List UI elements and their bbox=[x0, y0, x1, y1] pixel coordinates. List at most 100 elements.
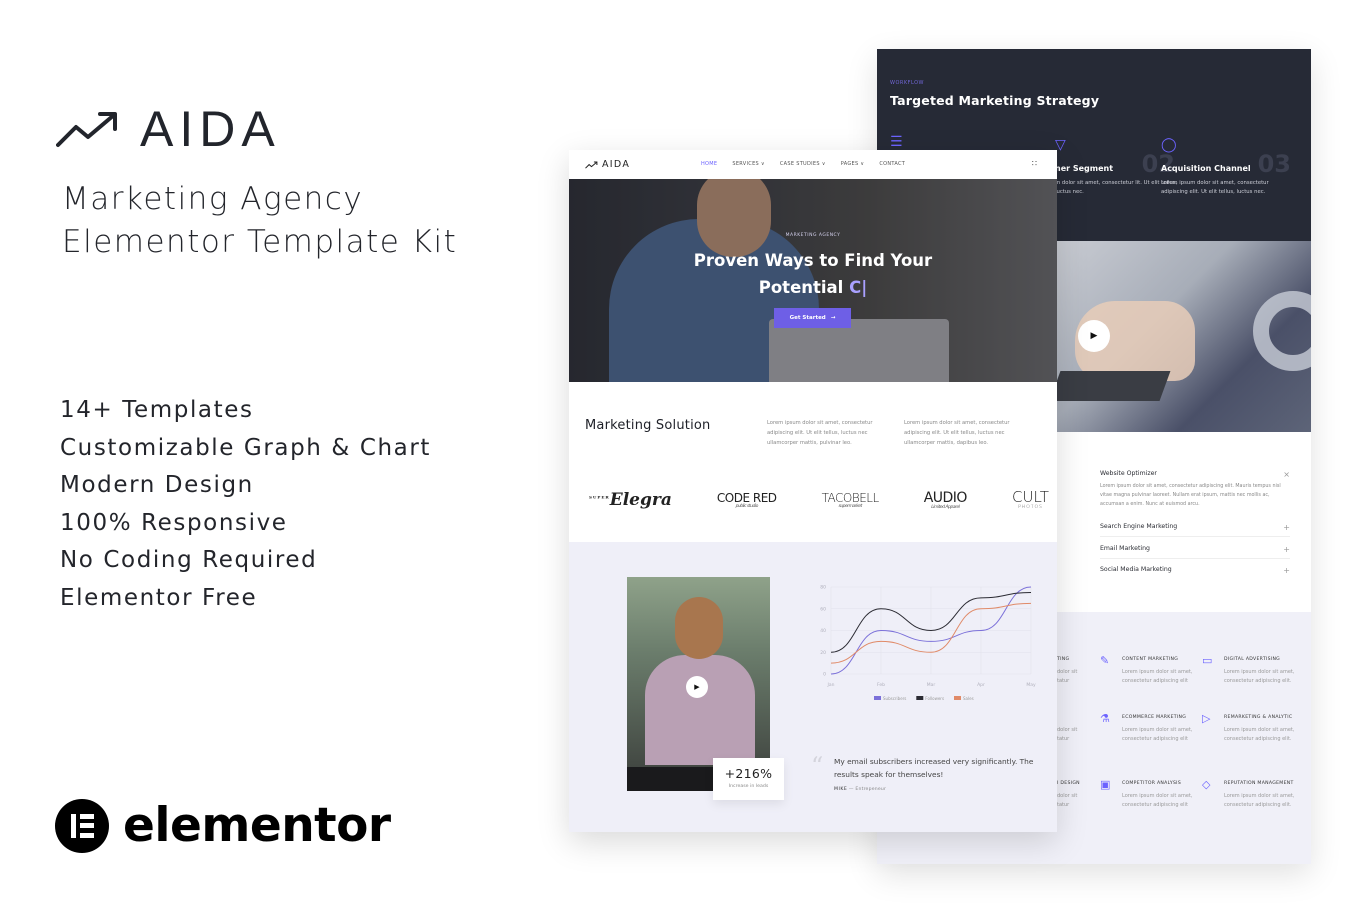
accordion-item-open[interactable]: Website Optimizer × bbox=[1100, 470, 1290, 479]
typed-text: C| bbox=[849, 278, 868, 297]
arrow-right-icon: → bbox=[830, 315, 836, 321]
close-icon[interactable]: × bbox=[1283, 470, 1290, 479]
service-text: dolor sit tatur bbox=[1057, 669, 1078, 684]
service-item: ▷ REMARKETING & ANALYTIC Lorem ipsum dol… bbox=[1202, 712, 1304, 743]
legend-swatch bbox=[916, 696, 924, 700]
trend-arrow-icon bbox=[56, 112, 117, 147]
client-logo: CULT PHOTOS bbox=[1012, 488, 1049, 510]
service-text: Lorem ipsum dolor sit amet, consectetur … bbox=[1224, 793, 1295, 808]
nav-contact[interactable]: CONTACT bbox=[879, 161, 905, 167]
laptop-video-thumbnail[interactable]: ▶ bbox=[1055, 241, 1311, 432]
x-tick-label: Apr bbox=[977, 682, 985, 688]
site-logo[interactable]: AIDA bbox=[585, 159, 630, 170]
client-logo: SUPERElegra bbox=[589, 489, 672, 510]
author-role: Entrepeneur bbox=[855, 787, 887, 792]
step-text: Lorem ipsum dolor sit amet, consectetur … bbox=[1161, 180, 1269, 195]
logo-text: AIDA bbox=[602, 159, 631, 170]
x-tick-label: Jan bbox=[827, 682, 835, 688]
accordion-title: Email Marketing bbox=[1100, 545, 1150, 552]
x-tick-label: May bbox=[1026, 682, 1036, 688]
feature-item: 100% Responsive bbox=[60, 509, 288, 536]
feature-item: Customizable Graph & Chart bbox=[60, 434, 432, 461]
accordion-item[interactable]: Social Media Marketing + bbox=[1100, 566, 1290, 575]
service-name: REMARKETING & ANALYTIC bbox=[1224, 715, 1293, 720]
tag-icon: ◯ bbox=[1161, 137, 1177, 153]
step-title: ner Segment bbox=[1055, 164, 1114, 173]
get-started-button[interactable]: Get Started → bbox=[774, 308, 851, 328]
accordion-content: Lorem ipsum dolor sit amet, consectetur … bbox=[1100, 484, 1281, 507]
x-tick-label: Feb bbox=[877, 682, 885, 688]
nav-case-studies[interactable]: CASE STUDIES ∨ bbox=[780, 161, 826, 167]
feature-item: 14+ Templates bbox=[60, 397, 254, 423]
service-name: ECOMMERCE MARKETING bbox=[1122, 715, 1187, 720]
line-chart: Jan Feb Mar Apr May 0 20 40 60 80 Subscribers Follo… bbox=[820, 585, 1036, 701]
digital-advertising-icon: ▭ bbox=[1202, 654, 1213, 667]
author-name: MIKE bbox=[834, 787, 848, 792]
service-text: dolor sit tatur bbox=[1057, 727, 1078, 742]
service-name: I DESIGN bbox=[1057, 781, 1080, 786]
quote-text: My email subscribers increased very sign… bbox=[834, 757, 1034, 779]
kit-subtitle: Marketing Agency Elementor Template Kit bbox=[62, 178, 457, 264]
grid-menu-icon[interactable]: ∷ bbox=[1032, 159, 1037, 168]
elementor-brand: elementor bbox=[55, 798, 391, 853]
step-number: 03 bbox=[1257, 150, 1291, 178]
plus-icon[interactable]: + bbox=[1283, 545, 1290, 554]
stat-card: +216% Increase in leads bbox=[713, 758, 784, 800]
service-text: dolor sit tatur bbox=[1057, 793, 1078, 808]
nav-pages[interactable]: PAGES ∨ bbox=[841, 161, 865, 167]
accordion-item[interactable]: Search Engine Marketing + bbox=[1100, 523, 1290, 532]
service-text: Lorem ipsum dolor sit amet, consectetur … bbox=[1122, 669, 1193, 684]
nav-links: HOME SERVICES ∨ CASE STUDIES ∨ PAGES ∨ C… bbox=[701, 161, 920, 167]
service-item-partial: I DESIGN dolor sit tatur bbox=[1057, 780, 1087, 809]
layers-icon: ☰ bbox=[890, 134, 903, 150]
site-nav: AIDA HOME SERVICES ∨ CASE STUDIES ∨ PAGE… bbox=[569, 150, 1057, 179]
y-tick-label: 60 bbox=[820, 606, 826, 612]
y-tick-label: 80 bbox=[820, 585, 826, 591]
client-logo: TACOBELL supermarket bbox=[821, 490, 880, 509]
accordion: Website Optimizer × Lorem ipsum dolor si… bbox=[1055, 432, 1311, 612]
nav-services[interactable]: SERVICES ∨ bbox=[732, 161, 765, 167]
x-tick-label: Mar bbox=[927, 682, 936, 688]
aida-brand: AIDA bbox=[56, 100, 281, 158]
trend-arrow-icon bbox=[585, 161, 598, 169]
plus-icon[interactable]: + bbox=[1283, 523, 1290, 532]
play-icon[interactable]: ▶ bbox=[1078, 320, 1110, 352]
brand-name: AIDA bbox=[140, 101, 281, 157]
hero-title-line: Proven Ways to Find Your bbox=[693, 251, 933, 270]
service-item: ◇ REPUTATION MANAGEMENT Lorem ipsum dolo… bbox=[1202, 778, 1304, 809]
accordion-title: Social Media Marketing bbox=[1100, 566, 1172, 573]
cart-icon: ⚗ bbox=[1100, 712, 1110, 725]
accordion-item[interactable]: Email Marketing + bbox=[1100, 545, 1290, 554]
service-name: DIGITAL ADVERTISING bbox=[1224, 657, 1281, 662]
hero-title: Proven Ways to Find Your Potential C| bbox=[569, 247, 1057, 301]
button-label: Get Started bbox=[789, 315, 826, 321]
service-item: ⚗ ECOMMERCE MARKETING Lorem ipsum dolor … bbox=[1100, 712, 1202, 743]
plus-icon[interactable]: + bbox=[1283, 566, 1290, 575]
solution-text: Lorem ipsum dolor sit amet, consectetur … bbox=[767, 420, 873, 446]
client-logo: CODE RED public studio bbox=[716, 490, 777, 509]
accordion-title: Search Engine Marketing bbox=[1100, 523, 1178, 530]
legend-label: Followers bbox=[925, 696, 944, 701]
step-title: Acquisition Channel bbox=[1161, 164, 1251, 173]
service-text: Lorem ipsum dolor sit amet, consectetur … bbox=[1224, 669, 1295, 684]
quote-author: MIKE — Entrepeneur bbox=[834, 787, 887, 792]
y-tick-label: 0 bbox=[823, 672, 826, 678]
feature-item: Modern Design bbox=[60, 472, 254, 498]
client-logos: SUPERElegra CODE RED public studio TACOBE… bbox=[589, 490, 1049, 511]
diamond-icon: ◇ bbox=[1202, 778, 1211, 791]
service-item: ✎ CONTENT MARKETING Lorem ipsum dolor si… bbox=[1100, 654, 1202, 685]
nav-home[interactable]: HOME bbox=[701, 161, 717, 167]
feature-list: 14+ Templates Customizable Graph & Chart… bbox=[60, 392, 431, 617]
service-name: CONTENT MARKETING bbox=[1122, 657, 1179, 662]
solution-text: Lorem ipsum dolor sit amet, consectetur … bbox=[904, 420, 1010, 446]
service-name: COMPETITOR ANALYSIS bbox=[1122, 781, 1182, 786]
legend-swatch bbox=[874, 696, 881, 700]
play-icon[interactable]: ▶ bbox=[686, 676, 708, 698]
quote-icon: “ bbox=[811, 752, 824, 780]
service-item-partial: dolor sit tatur bbox=[1057, 722, 1087, 743]
accordion-title: Website Optimizer bbox=[1100, 470, 1157, 477]
hero-kicker: MARKETING AGENCY bbox=[785, 233, 841, 238]
hero-section: MARKETING AGENCY Proven Ways to Find You… bbox=[569, 179, 1057, 382]
workflow-title: Targeted Marketing Strategy bbox=[890, 93, 1100, 108]
elementor-logo-icon bbox=[55, 798, 109, 853]
